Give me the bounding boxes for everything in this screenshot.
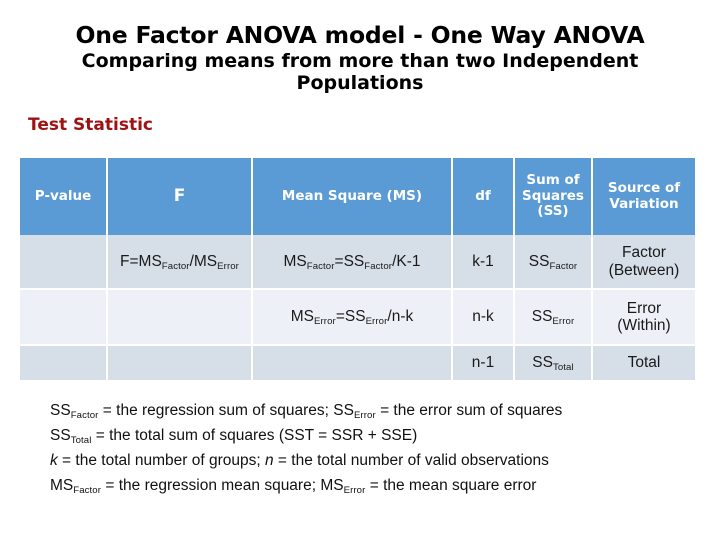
cell-df: n-k [453,290,515,346]
cell-df: n-1 [453,346,515,380]
source-line-1: Error [626,299,662,317]
legend-notes: SSFactor = the regression sum of squares… [50,398,695,498]
ms-formula: MSFactor=SSFactor/K-1 [283,252,421,272]
cell-f-statistic [108,290,253,346]
source-line-2: (Within) [617,317,671,334]
ss-formula: SSTotal [532,354,574,374]
ms-formula: MSError=SSError/n-k [290,308,414,328]
column-header-f: F [108,158,253,235]
cell-df: k-1 [453,235,515,290]
cell-mean-square: MSError=SSError/n-k [253,290,453,346]
cell-p-value [20,290,108,346]
note-line-ss-total: SSTotal = the total sum of squares (SST … [50,427,418,447]
anova-table: P-value F Mean Square (MS) df Sum of Squ… [20,158,695,380]
table-body: F=MSFactor/MSError MSFactor=SSFactor/K-1… [20,235,695,380]
cell-mean-square [253,346,453,380]
column-header-df: df [453,158,515,235]
note-line-ss-definitions: SSFactor = the regression sum of squares… [50,402,563,422]
column-header-mean-square: Mean Square (MS) [253,158,453,235]
source-line-1: Factor [622,244,666,262]
f-formula: F=MSFactor/MSError [120,252,239,272]
cell-sum-of-squares: SSFactor [515,235,593,290]
table-row: n-1 SSTotal Total [20,346,695,380]
cell-source-of-variation: Factor (Between) [593,235,695,290]
cell-mean-square: MSFactor=SSFactor/K-1 [253,235,453,290]
table-header: P-value F Mean Square (MS) df Sum of Squ… [20,158,695,235]
cell-source-of-variation: Total [593,346,695,380]
cell-sum-of-squares: SSError [515,290,593,346]
ss-formula: SSError [531,308,575,328]
note-line-k-n: k = the total number of groups; n = the … [50,452,549,470]
column-header-source-of-variation: Source of Variation [593,158,695,235]
page-title: One Factor ANOVA model - One Way ANOVA [75,21,645,49]
cell-p-value [20,235,108,290]
table-header-row: P-value F Mean Square (MS) df Sum of Squ… [20,158,695,235]
cell-source-of-variation: Error (Within) [593,290,695,346]
section-label-test-statistic: Test Statistic [28,115,153,135]
cell-f-statistic [108,346,253,380]
page-subtitle: Comparing means from more than two Indep… [81,50,639,95]
ss-formula: SSFactor [528,252,578,272]
source-line-1: Total [627,354,661,372]
title-block: One Factor ANOVA model - One Way ANOVA C… [0,0,720,95]
source-line-2: (Between) [608,261,680,279]
note-line-ms-definitions: MSFactor = the regression mean square; M… [50,477,537,497]
cell-p-value [20,346,108,380]
column-header-sum-of-squares: Sum of Squares (SS) [515,158,593,235]
table-row: MSError=SSError/n-k n-k SSError Error (W… [20,290,695,346]
cell-f-statistic: F=MSFactor/MSError [108,235,253,290]
table-row: F=MSFactor/MSError MSFactor=SSFactor/K-1… [20,235,695,290]
cell-sum-of-squares: SSTotal [515,346,593,380]
column-header-p-value: P-value [20,158,108,235]
